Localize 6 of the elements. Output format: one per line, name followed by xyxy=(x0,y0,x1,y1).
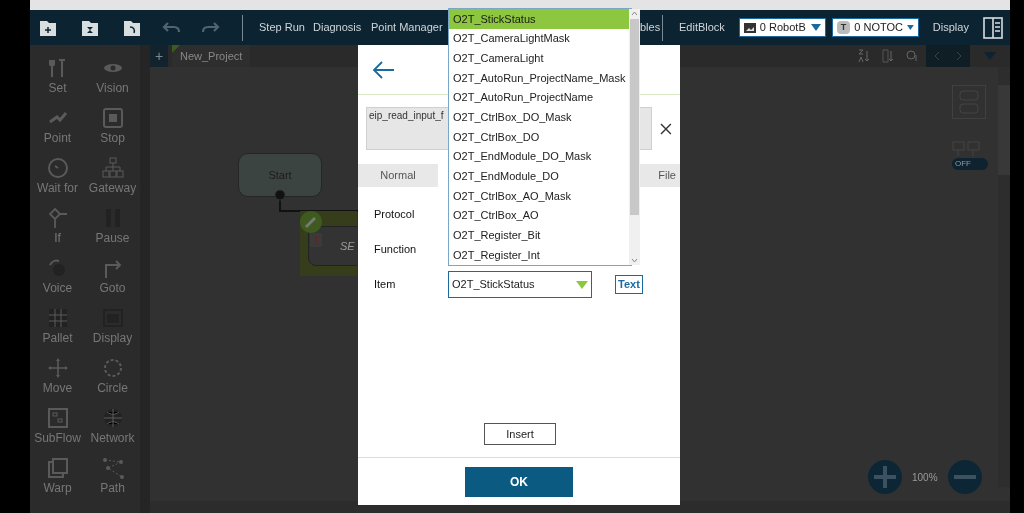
block-label: SE xyxy=(340,239,355,254)
zoom-level: 100% xyxy=(912,470,938,485)
field-label: Function xyxy=(374,242,418,258)
field-label: Item xyxy=(374,277,397,293)
badge: T xyxy=(836,20,851,35)
field-label: Protocol xyxy=(374,207,416,223)
